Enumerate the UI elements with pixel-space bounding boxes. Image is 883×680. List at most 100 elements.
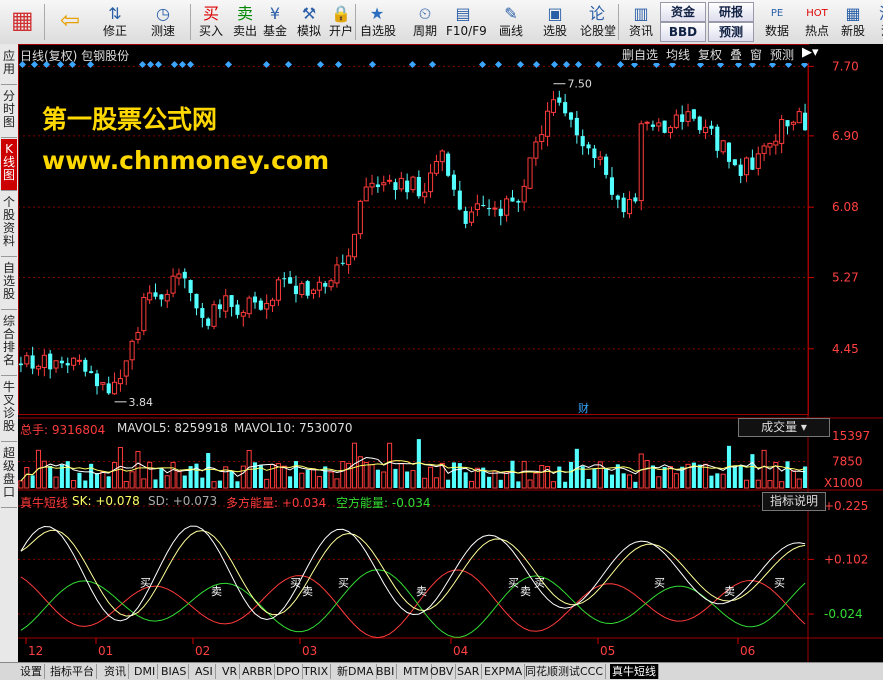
candle-body — [310, 289, 317, 295]
main-toolbar: ▦ ⇦ ⇅ 修正 ◷ 测速买买入卖卖出 ¥ 基金 ⚒ 模拟 🔒 开户 ★ 自选股 ⏲ 周期 ▤ F10/F9 ✎ 画线… — [0, 0, 883, 45]
indicator-help-button[interactable]: 指标说明 — [762, 492, 826, 511]
candle-body — [755, 153, 761, 169]
candle-body — [270, 299, 276, 307]
toolbar-small-button[interactable]: 研报 — [708, 2, 754, 22]
toolbar-button-4[interactable]: 买买入 — [194, 0, 228, 44]
volume-bar — [334, 478, 340, 489]
high-marker: 7.50 — [567, 78, 592, 91]
volume-bar — [428, 466, 434, 489]
toolbar-button-14[interactable]: 论论股堂 — [580, 0, 616, 44]
indicator-axis-label: +0.102 — [824, 552, 868, 566]
toolbar-button-8[interactable]: 🔒 开户 — [324, 0, 358, 44]
toolbar-button-18[interactable]: ▦ 新股 — [836, 0, 870, 44]
sidebar-tab-0[interactable]: 应用 — [1, 46, 17, 85]
indicator-duo: 多方能量: +0.034 — [226, 496, 327, 510]
bottom-tab-2[interactable]: 资讯 — [102, 664, 129, 679]
chart-title: 日线(复权) 包钢股份 — [20, 49, 130, 63]
toolbar-button-12[interactable]: ✎ 画线 — [494, 0, 528, 44]
toolbar-button-3[interactable]: ◷ 测速 — [146, 0, 180, 44]
bottom-tab-6[interactable]: VR — [220, 664, 241, 679]
chart-menu-item-3[interactable]: 叠 — [730, 46, 742, 63]
chart-menu-item-1[interactable]: 均线 — [666, 46, 690, 63]
volume-bar — [206, 453, 211, 488]
volume-bar — [48, 465, 53, 488]
volume-bar — [164, 475, 170, 489]
sidebar-tab-1[interactable]: 分时图 — [1, 86, 17, 138]
sidebar-tab-5[interactable]: 综合排名 — [1, 311, 17, 376]
toolbar-small-button[interactable]: 资金 — [660, 2, 706, 22]
toolbar-button-9[interactable]: ★ 自选股 — [360, 0, 396, 44]
candle-body — [504, 198, 510, 216]
bottom-tab-15[interactable]: EXPMA — [482, 664, 526, 679]
candle-body — [375, 184, 380, 188]
arrow-expand-icon[interactable]: ▶▾ — [802, 45, 819, 60]
toolbar-button-17[interactable]: HOT 热点 — [800, 0, 834, 44]
bottom-tab-0[interactable]: 设置 — [18, 664, 45, 679]
volume-bar — [351, 442, 358, 489]
sidebar-tab-4[interactable]: 自选股 — [1, 258, 17, 310]
bottom-tab-8[interactable]: DPO — [274, 664, 303, 679]
volume-bar — [30, 475, 35, 488]
toolbar-button-0[interactable]: ▦ — [2, 0, 42, 44]
candle-body — [246, 297, 252, 315]
toolbar-button-13[interactable]: ▣ 选股 — [538, 0, 572, 44]
bottom-tab-13[interactable]: OBV — [428, 664, 457, 679]
toolbar-button-7[interactable]: ⚒ 模拟 — [292, 0, 326, 44]
toolbar-small-button[interactable]: BBD — [660, 22, 706, 42]
bottom-tab-1[interactable]: 指标平台 — [48, 664, 97, 679]
chart-menu-item-2[interactable]: 复权 — [698, 46, 722, 63]
bottom-tab-7[interactable]: ARBR — [240, 664, 276, 679]
volume-bar — [41, 460, 47, 489]
candle-body — [123, 360, 129, 377]
toolbar-button-16[interactable]: PE 数据 — [760, 0, 794, 44]
volume-bar — [492, 470, 498, 489]
candle-body — [164, 293, 170, 302]
chart-menu-item-4[interactable]: 窗 — [750, 46, 762, 63]
toolbar-button-15[interactable]: ▥ 资讯 — [624, 0, 658, 44]
sidebar-tab-7[interactable]: 超级盘口 — [1, 443, 17, 508]
candle-body — [381, 182, 387, 186]
volume-bar — [405, 471, 410, 488]
bottom-tab-16[interactable]: 同花顺测试CCC — [523, 664, 607, 679]
bottom-tab-14[interactable]: SAR — [455, 664, 483, 679]
sidebar-tab-2[interactable]: K线图 — [1, 139, 17, 191]
bottom-tab-4[interactable]: BIAS — [159, 664, 190, 679]
bottom-tab-3[interactable]: DMI — [132, 664, 159, 679]
toolbar-button-2[interactable]: ⇅ 修正 — [98, 0, 132, 44]
chart-menu-item-0[interactable]: 删自选 — [622, 46, 658, 63]
bottom-tab-11[interactable]: BBI — [374, 664, 398, 679]
bottom-tab-10[interactable]: 新DMA — [335, 664, 377, 679]
volume-bar — [767, 480, 773, 489]
sidebar-tab-3[interactable]: 个股资料 — [1, 192, 17, 257]
candle-body — [574, 117, 579, 136]
volume-bar — [510, 460, 515, 488]
candle-body — [656, 122, 662, 127]
volume-bar — [211, 481, 217, 489]
volume-bar — [24, 467, 30, 489]
bottom-tab-9[interactable]: TRIX — [301, 664, 332, 679]
toolbar-button-11[interactable]: ▤ F10/F9 — [446, 0, 487, 44]
candle-body — [299, 283, 305, 295]
indicator-sd: SD: +0.073 — [148, 494, 218, 508]
volume-selector[interactable]: 成交量 ▾ — [738, 418, 830, 437]
chevron-down-icon: ▾ — [800, 420, 807, 434]
volume-axis-label: 7850 — [832, 454, 863, 468]
toolbar-label: 基金 — [262, 24, 287, 38]
price-label: 6.08 — [832, 200, 859, 214]
toolbar-button-5[interactable]: 卖卖出 — [228, 0, 262, 44]
chart-menu-item-5[interactable]: 预测 — [770, 46, 794, 63]
chart-area[interactable]: 7.70 6.90 6.08 5.27 4.45 7.50 3.84 财 15397 7850 X1… — [18, 44, 883, 662]
toolbar-button-10[interactable]: ⏲ 周期 — [408, 0, 442, 44]
volume-bar — [498, 479, 503, 488]
candle-body — [703, 126, 709, 134]
toolbar-button-6[interactable]: ¥ 基金 — [258, 0, 292, 44]
sidebar-tab-6[interactable]: 牛叉诊股 — [1, 377, 17, 442]
toolbar-button-1[interactable]: ⇦ — [50, 0, 90, 44]
volume-bar — [398, 463, 404, 489]
bottom-tab-5[interactable]: ASI — [193, 664, 216, 679]
toolbar-small-button[interactable]: 预测 — [708, 22, 754, 42]
candle-body — [18, 363, 23, 366]
toolbar-button-19[interactable]: 沪沪 — [870, 0, 883, 44]
candle-body — [405, 180, 410, 193]
bottom-tab-17[interactable]: 真牛短线 — [610, 664, 659, 679]
